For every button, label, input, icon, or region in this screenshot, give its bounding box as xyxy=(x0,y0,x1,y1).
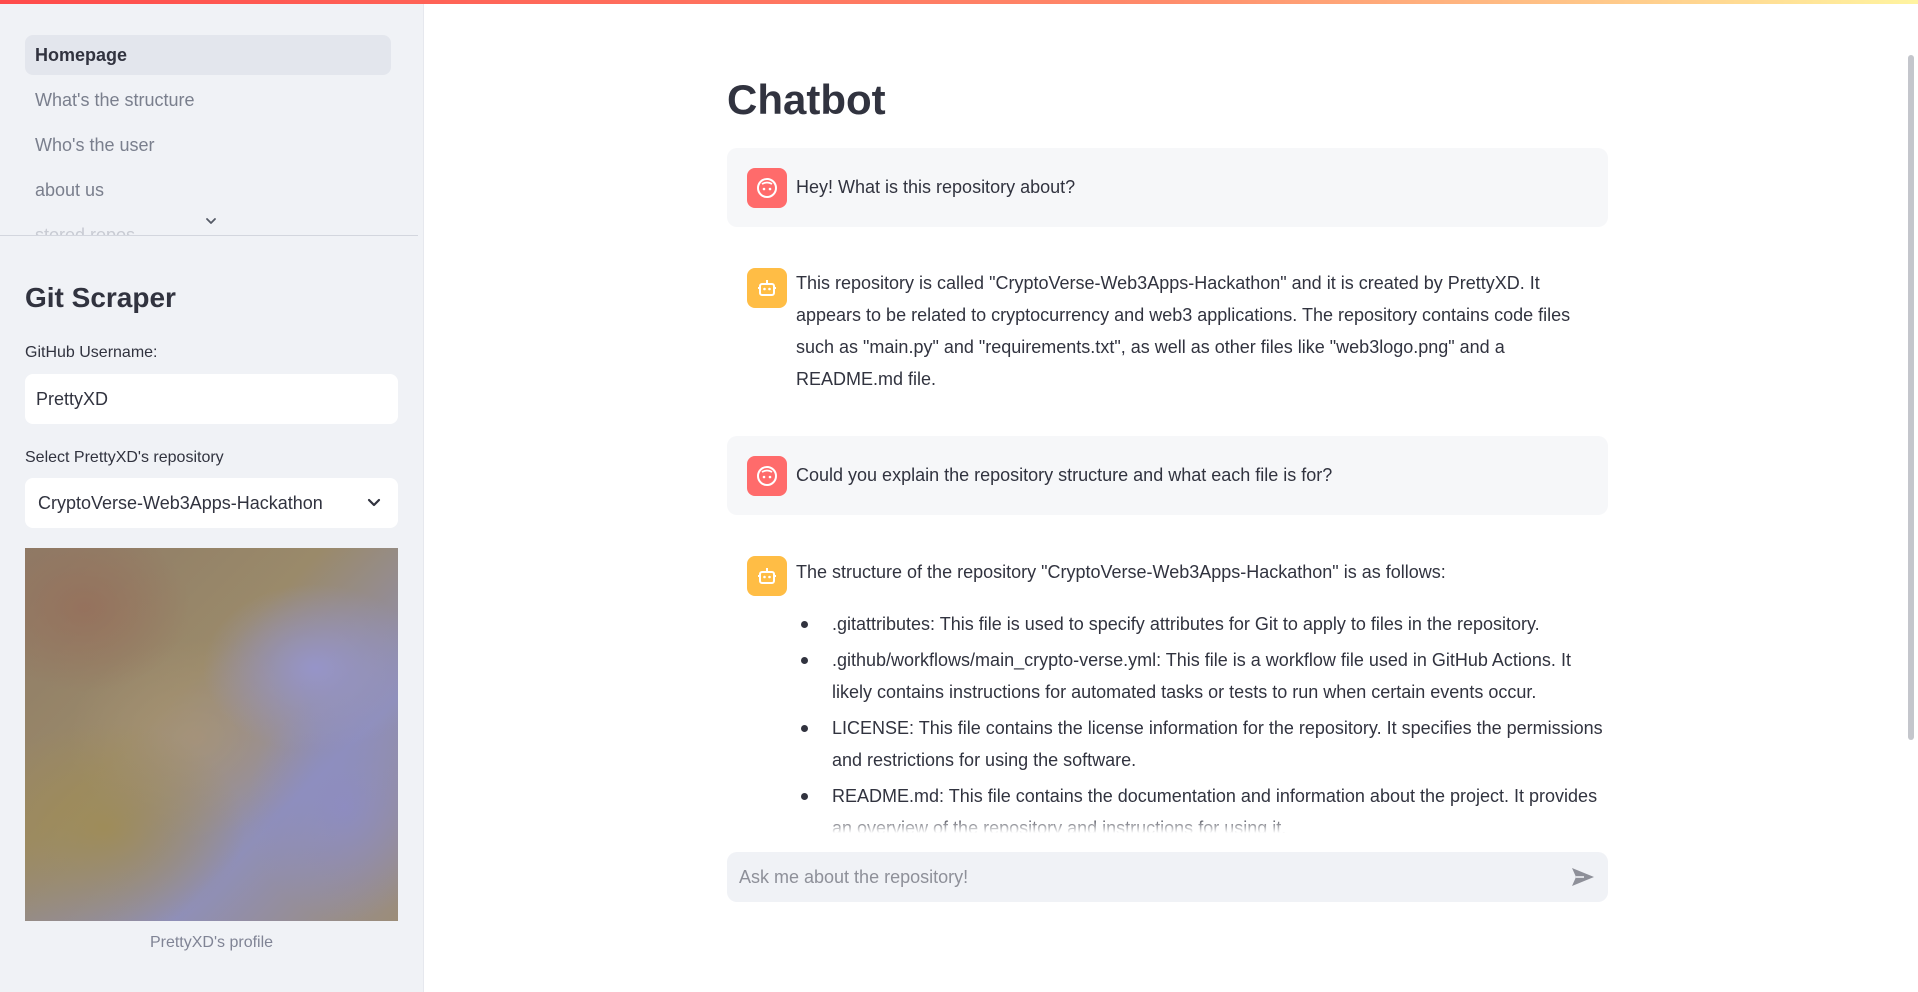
repository-select[interactable]: CryptoVerse-Web3Apps-Hackathon xyxy=(25,478,398,528)
chat-message-assistant: This repository is called "CryptoVerse-W… xyxy=(727,248,1608,408)
expand-nav-chevron-icon[interactable] xyxy=(204,214,218,228)
message-text: This repository is called "CryptoVerse-W… xyxy=(796,273,1571,389)
structure-bullet-list: .gitattributes: This file is used to spe… xyxy=(796,608,1608,833)
username-input[interactable]: PrettyXD xyxy=(25,374,398,424)
bot-avatar-icon xyxy=(747,556,787,596)
message-text: Could you explain the repository structu… xyxy=(796,465,1333,485)
chat-input-bar xyxy=(727,852,1608,902)
list-item: LICENSE: This file contains the license … xyxy=(796,712,1608,776)
username-label: GitHub Username: xyxy=(25,344,158,361)
main-content: Chatbot Hey! What is this repository abo… xyxy=(425,0,1918,992)
bot-avatar-icon xyxy=(747,268,787,308)
chat-message-user: Hey! What is this repository about? xyxy=(727,148,1608,227)
nav-item-about-us[interactable]: about us xyxy=(25,170,391,210)
repository-select-value: CryptoVerse-Web3Apps-Hackathon xyxy=(38,493,323,513)
nav-item-homepage[interactable]: Homepage xyxy=(25,35,391,75)
sidebar: Homepage What's the structure Who's the … xyxy=(0,0,424,992)
avatar-caption: PrettyXD's profile xyxy=(149,934,274,951)
user-avatar-icon xyxy=(747,456,787,496)
list-item: .github/workflows/main_crypto-verse.yml:… xyxy=(796,644,1608,708)
sidebar-title: Git Scraper xyxy=(25,282,176,313)
page-title: Chatbot xyxy=(727,76,886,123)
chat-message-user: Could you explain the repository structu… xyxy=(727,436,1608,515)
profile-avatar-image xyxy=(25,548,398,921)
user-avatar-icon xyxy=(747,168,787,208)
nav-item-structure[interactable]: What's the structure xyxy=(25,80,391,120)
chat-message-assistant: The structure of the repository "CryptoV… xyxy=(727,540,1608,833)
top-decoration-bar xyxy=(0,0,1918,4)
message-text: Hey! What is this repository about? xyxy=(796,177,1076,197)
nav-item-user[interactable]: Who's the user xyxy=(25,125,391,165)
page-scrollbar[interactable] xyxy=(1908,55,1914,740)
list-item: README.md: This file contains the docume… xyxy=(796,780,1608,833)
chevron-down-icon xyxy=(367,498,381,507)
message-text: The structure of the repository "CryptoV… xyxy=(796,562,1446,582)
send-icon[interactable] xyxy=(1570,865,1596,889)
list-item: .gitattributes: This file is used to spe… xyxy=(796,608,1608,640)
repository-select-label: Select PrettyXD's repository xyxy=(25,449,224,466)
page-navigation: Homepage What's the structure Who's the … xyxy=(0,26,418,236)
chat-input[interactable] xyxy=(739,852,1539,902)
